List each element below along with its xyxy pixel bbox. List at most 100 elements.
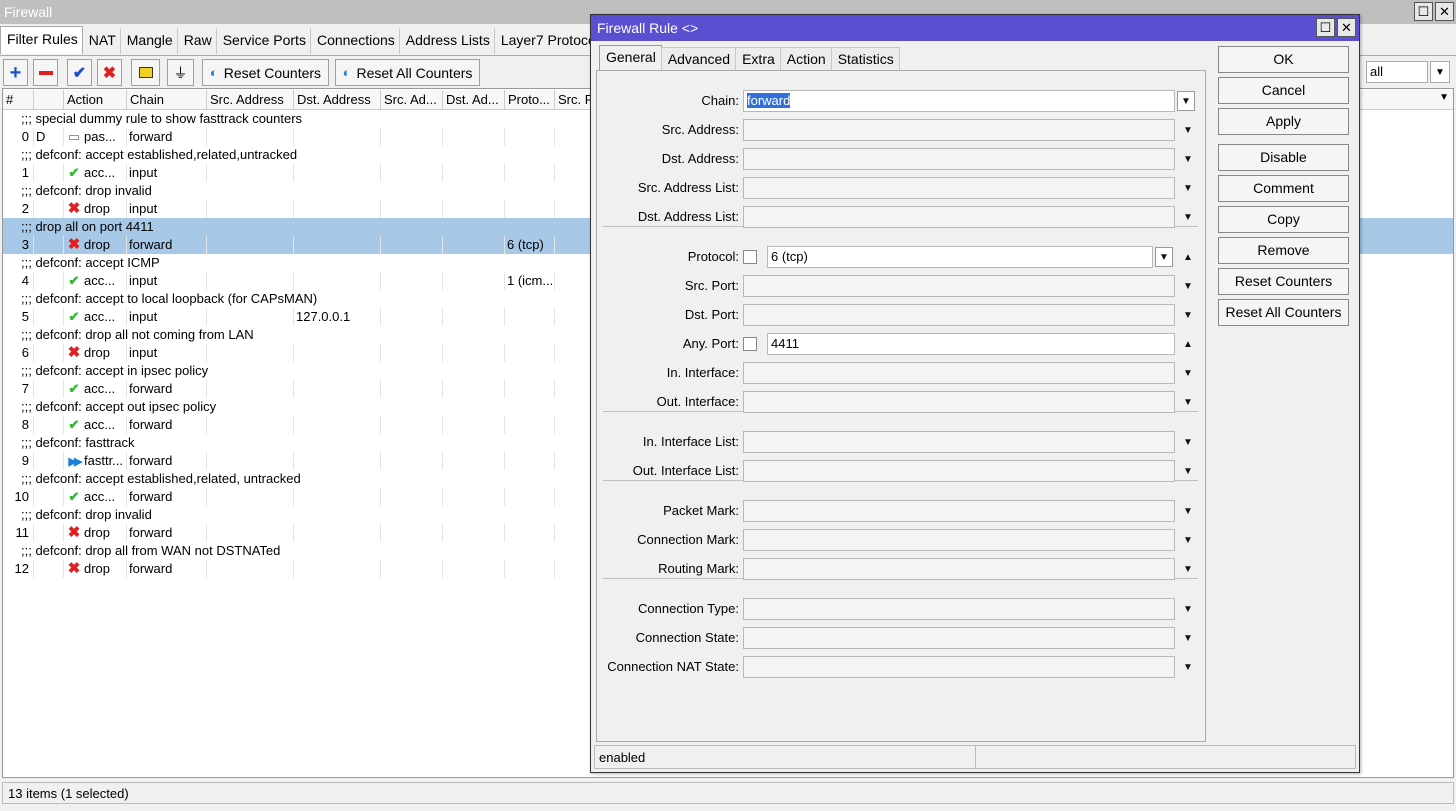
connection-mark-field[interactable] — [743, 529, 1175, 551]
tab-mangle[interactable]: Mangle — [121, 28, 178, 54]
chevron-down-icon[interactable]: ▼ — [1155, 247, 1173, 267]
cell-action-text: drop — [84, 561, 111, 576]
chevron-down-icon[interactable]: ▼ — [1179, 304, 1197, 326]
dst-address-field[interactable] — [743, 148, 1175, 170]
col-protocol[interactable]: Proto... — [505, 90, 555, 110]
tab-advanced[interactable]: Advanced — [660, 47, 737, 71]
chevron-down-icon[interactable]: ▼ — [1179, 275, 1197, 297]
cell-src-port — [555, 308, 595, 326]
tab-connections[interactable]: Connections — [311, 28, 400, 54]
chevron-down-icon[interactable]: ▼ — [1179, 460, 1197, 482]
chevron-down-icon[interactable]: ▼ — [1179, 598, 1197, 620]
cell-src-port — [555, 524, 595, 542]
disable-button[interactable]: ✖ — [97, 59, 122, 86]
chevron-down-icon[interactable]: ▼ — [1177, 91, 1195, 111]
chevron-down-icon[interactable]: ▼ — [1179, 362, 1197, 384]
apply-button[interactable]: Apply — [1218, 108, 1349, 135]
dst-address-list-field[interactable] — [743, 206, 1175, 228]
enable-button[interactable]: ✔ — [67, 59, 92, 86]
out-interface-list-field[interactable] — [743, 460, 1175, 482]
chevron-down-icon[interactable]: ▼ — [1179, 391, 1197, 413]
tab-general[interactable]: General — [599, 45, 662, 71]
cancel-button[interactable]: Cancel — [1218, 77, 1349, 104]
chevron-down-icon[interactable]: ▼ — [1430, 61, 1450, 83]
ok-button[interactable]: OK — [1218, 46, 1349, 73]
chevron-down-icon[interactable]: ▼ — [1179, 431, 1197, 453]
tab-extra[interactable]: Extra — [735, 47, 781, 71]
connection-state-field[interactable] — [743, 627, 1175, 649]
chevron-down-icon[interactable]: ▼ — [1179, 119, 1197, 141]
in-interface-list-field[interactable] — [743, 431, 1175, 453]
tab-address-lists[interactable]: Address Lists — [400, 28, 495, 54]
src-port-field[interactable] — [743, 275, 1175, 297]
tab-nat[interactable]: NAT — [83, 28, 121, 54]
remove-button[interactable] — [33, 59, 58, 86]
dst-port-field[interactable] — [743, 304, 1175, 326]
packet-mark-field[interactable] — [743, 500, 1175, 522]
comment-button[interactable] — [131, 59, 160, 86]
cell-flags — [34, 200, 64, 218]
tab-filter-rules[interactable]: Filter Rules — [0, 26, 83, 54]
cell-src-address-list — [381, 560, 443, 578]
cell-dst-address-list — [443, 416, 505, 434]
reset-all-counters-button[interactable]: Reset All Counters — [1218, 299, 1349, 326]
cell-chain-text: input — [129, 309, 158, 324]
chevron-down-icon[interactable]: ▼ — [1179, 558, 1197, 580]
col-chain[interactable]: Chain — [127, 90, 207, 110]
protocol-negate-checkbox[interactable] — [743, 250, 757, 264]
col-action[interactable]: Action — [64, 90, 127, 110]
filter-button[interactable]: ⏚ — [167, 59, 194, 86]
filter-select[interactable]: all — [1366, 61, 1428, 83]
src-address-field[interactable] — [743, 119, 1175, 141]
remove-button[interactable]: Remove — [1218, 237, 1349, 264]
chevron-down-icon[interactable]: ▼ — [1179, 148, 1197, 170]
chevron-down-icon[interactable]: ▼ — [1179, 529, 1197, 551]
connection-nat-state-field[interactable] — [743, 656, 1175, 678]
in-interface-field[interactable] — [743, 362, 1175, 384]
accept-icon: ✔ — [68, 381, 80, 396]
chevron-down-icon[interactable]: ▼ — [1179, 206, 1197, 228]
out-interface-field[interactable] — [743, 391, 1175, 413]
chevron-down-icon[interactable]: ▼ — [1179, 627, 1197, 649]
chevron-down-icon[interactable]: ▼ — [1179, 500, 1197, 522]
disable-button[interactable]: Disable — [1218, 144, 1349, 171]
cell-chain-text: forward — [129, 129, 173, 144]
chevron-up-icon[interactable]: ▲ — [1179, 333, 1197, 355]
col-src-address-list[interactable]: Src. Ad... — [381, 90, 443, 110]
src-address-list-field[interactable] — [743, 177, 1175, 199]
routing-mark-field[interactable] — [743, 558, 1175, 580]
cell-number-text: 12 — [14, 561, 29, 576]
col-dst-address-list[interactable]: Dst. Ad... — [443, 90, 505, 110]
protocol-field[interactable]: 6 (tcp) — [767, 246, 1153, 268]
chevron-up-icon[interactable]: ▲ — [1179, 246, 1197, 268]
reset-counters-button[interactable]: Reset Counters — [1218, 268, 1349, 295]
comment-button[interactable]: Comment — [1218, 175, 1349, 202]
dialog-title-bar[interactable]: Firewall Rule <> ☐ ✕ — [591, 15, 1359, 41]
copy-button[interactable]: Copy — [1218, 206, 1349, 233]
chevron-down-icon[interactable]: ▼ — [1179, 656, 1197, 678]
add-button[interactable]: + — [3, 59, 28, 86]
any-port-negate-checkbox[interactable] — [743, 337, 757, 351]
maximize-icon[interactable]: ☐ — [1316, 18, 1335, 37]
tab-action[interactable]: Action — [779, 47, 832, 71]
any-port-field[interactable]: 4411 — [767, 333, 1175, 355]
cell-number-text: 7 — [21, 381, 29, 396]
src-port-label: Src. Port: — [684, 278, 739, 293]
col-flags[interactable] — [34, 90, 64, 110]
col-number[interactable]: # — [3, 90, 34, 110]
col-dst-address[interactable]: Dst. Address — [294, 90, 381, 110]
tab-statistics[interactable]: Statistics — [830, 47, 900, 71]
columns-chevron-icon[interactable]: ▼ — [1439, 92, 1449, 103]
close-icon[interactable]: ✕ — [1435, 2, 1454, 21]
col-src-port[interactable]: Src. P — [555, 90, 595, 110]
chain-field[interactable]: forward — [743, 90, 1175, 112]
close-icon[interactable]: ✕ — [1337, 18, 1356, 37]
col-src-address[interactable]: Src. Address — [207, 90, 294, 110]
tab-raw[interactable]: Raw — [178, 28, 217, 54]
connection-type-field[interactable] — [743, 598, 1175, 620]
tab-service-ports[interactable]: Service Ports — [217, 28, 311, 54]
reset-counters-button[interactable]: ◐ Reset Counters — [202, 59, 329, 86]
reset-all-counters-button[interactable]: ◐ Reset All Counters — [335, 59, 480, 86]
maximize-icon[interactable]: ☐ — [1414, 2, 1433, 21]
chevron-down-icon[interactable]: ▼ — [1179, 177, 1197, 199]
